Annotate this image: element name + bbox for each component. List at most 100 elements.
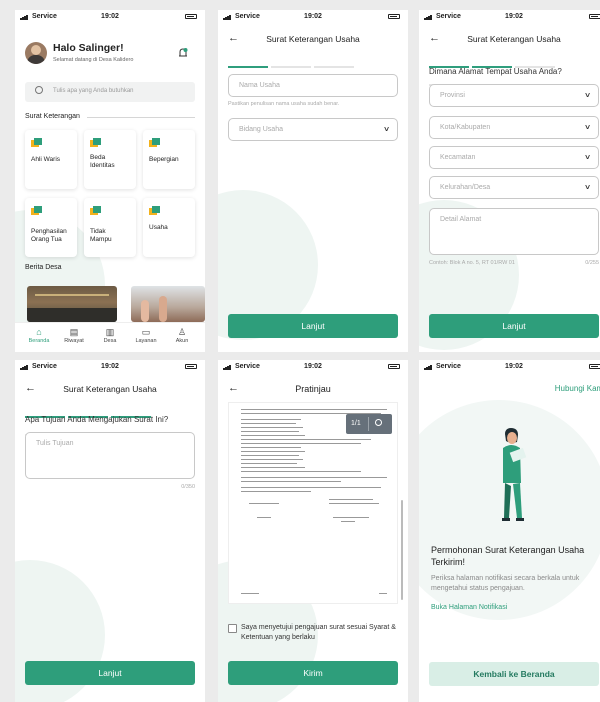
toolbar-divider (368, 417, 369, 431)
search-icon (35, 86, 43, 94)
document-icon (90, 206, 101, 215)
battery-icon (589, 364, 600, 369)
nav-desa[interactable]: ▥ Desa (95, 327, 125, 344)
status-bar: Service 19:02 (419, 360, 600, 374)
input-placeholder: Nama Usaha (239, 82, 280, 89)
village-select[interactable]: Kelurahan/Desa ∨ (429, 176, 599, 199)
business-name-input[interactable]: Nama Usaha (228, 74, 398, 97)
greeting: Halo Salinger! (53, 42, 124, 54)
page-title: Surat Keterangan Usaha (63, 384, 157, 394)
greeting-subtitle: Selamat datang di Desa Kalidero (53, 57, 134, 63)
select-placeholder: Bidang Usaha (239, 126, 283, 133)
textarea-placeholder: Detail Alamat (440, 216, 482, 223)
next-button[interactable]: Lanjut (429, 314, 599, 338)
nav-label: Beranda (28, 338, 50, 344)
card-beda-identitas[interactable]: Beda Identitas (84, 130, 136, 189)
nav-layanan[interactable]: ▭ Layanan (131, 327, 161, 344)
page-title: Surat Keterangan Usaha (266, 34, 360, 44)
nav-label: Desa (103, 338, 117, 344)
purpose-textarea[interactable]: Tulis Tujuan (25, 432, 195, 479)
card-bepergian[interactable]: Bepergian (143, 130, 195, 189)
district-select[interactable]: Kecamatan ∨ (429, 146, 599, 169)
preview-screen: Service 19:02 ← Pratinjau 1/1 Saya menye… (218, 360, 408, 702)
next-button[interactable]: Lanjut (25, 661, 195, 685)
nav-riwayat[interactable]: ▤ Riwayat (59, 327, 89, 344)
card-label: Ahli Waris (31, 156, 61, 163)
card-ahli-waris[interactable]: Ahli Waris (25, 130, 77, 189)
document-icon (90, 138, 101, 147)
section-divider (87, 117, 195, 118)
document-icon (149, 138, 160, 147)
search-input[interactable]: Tulis apa yang Anda butuhkan (25, 82, 195, 102)
clock: 19:02 (101, 13, 119, 20)
status-bar: Service 19:02 (15, 360, 205, 374)
card-tidak-mampu[interactable]: Tidak Mampu (84, 198, 136, 257)
preview-scrollbar[interactable] (401, 500, 403, 600)
card-label: Bepergian (149, 156, 179, 163)
page-title: Pratinjau (295, 384, 331, 394)
help-link[interactable]: Hubungi Kami (555, 384, 600, 393)
header: ← Pratinjau (218, 382, 408, 398)
select-placeholder: Kota/Kabupaten (440, 124, 491, 131)
zoom-search-icon[interactable] (375, 419, 382, 426)
card-label: Tidak Mampu (90, 228, 112, 243)
card-usaha[interactable]: Usaha (143, 198, 195, 257)
status-bar: Service 19:02 (419, 10, 600, 24)
news-image[interactable] (27, 286, 117, 322)
document-icon (31, 206, 42, 215)
battery-icon (185, 364, 197, 369)
notification-link[interactable]: Buka Halaman Notifikasi (431, 604, 507, 611)
home-icon: ⌂ (36, 327, 42, 337)
agree-label: Saya menyetujui pengajuan surat sesuai S… (241, 624, 396, 641)
business-field-select[interactable]: Bidang Usaha ∨ (228, 118, 398, 141)
success-screen: Service 19:02 Hubungi Kami Permohonan Su… (419, 360, 600, 702)
select-placeholder: Kecamatan (440, 154, 476, 161)
nav-akun[interactable]: ♙ Akun (167, 327, 197, 344)
news-image[interactable] (131, 286, 205, 322)
nav-label: Akun (175, 338, 189, 344)
header: ← Surat Keterangan Usaha (15, 382, 205, 398)
chevron-down-icon: ∨ (382, 126, 391, 133)
notification-bell-icon[interactable] (177, 46, 189, 58)
document-icon (149, 206, 160, 215)
history-icon: ▤ (69, 327, 79, 337)
agree-checkbox[interactable] (228, 624, 237, 633)
chevron-down-icon: ∨ (583, 154, 592, 161)
step-progress (25, 405, 195, 436)
address-textarea[interactable]: Detail Alamat (429, 208, 599, 255)
back-to-home-button[interactable]: Kembali ke Beranda (429, 662, 599, 686)
success-body: Periksa halaman notifikasi secara berkal… (431, 575, 580, 592)
nav-label: Riwayat (64, 338, 84, 344)
avatar[interactable] (25, 42, 47, 64)
province-select[interactable]: Provinsi ∨ (429, 84, 599, 107)
card-penghasilan-orang-tua[interactable]: Penghasilan Orang Tua (25, 198, 77, 257)
status-bar: Service 19:02 (15, 10, 205, 24)
card-label: Beda Identitas (90, 154, 115, 169)
textarea-placeholder: Tulis Tujuan (36, 440, 74, 447)
clock: 19:02 (101, 363, 119, 370)
address-hint: Contoh: Blok A no. 5, RT 01/RW 01 (429, 260, 515, 266)
select-placeholder: Provinsi (440, 92, 465, 99)
header: ← Surat Keterangan Usaha (218, 32, 408, 48)
status-bar: Service 19:02 (218, 10, 408, 24)
battery-icon (589, 14, 600, 19)
status-bar: Service 19:02 (218, 360, 408, 374)
card-label: Penghasilan Orang Tua (31, 228, 67, 243)
next-button[interactable]: Lanjut (228, 314, 398, 338)
form-step1-screen: Service 19:02 ← Surat Keterangan Usaha N… (218, 10, 408, 352)
address-char-count: 0/255 (585, 260, 599, 266)
submit-button[interactable]: Kirim (228, 661, 398, 685)
header: ← Surat Keterangan Usaha (419, 32, 600, 48)
nav-beranda[interactable]: ⌂ Beranda (24, 327, 54, 344)
purpose-char-count: 0/350 (181, 484, 195, 490)
user-icon: ♙ (177, 327, 187, 337)
page-counter: 1/1 (351, 420, 361, 427)
card-label: Usaha (149, 224, 168, 231)
chevron-down-icon: ∨ (583, 92, 592, 99)
chevron-down-icon: ∨ (583, 184, 592, 191)
building-icon: ▥ (105, 327, 115, 337)
clock: 19:02 (505, 13, 523, 20)
battery-icon (185, 14, 197, 19)
form-step3-screen: Service 19:02 ← Surat Keterangan Usaha A… (15, 360, 205, 702)
city-select[interactable]: Kota/Kabupaten ∨ (429, 116, 599, 139)
